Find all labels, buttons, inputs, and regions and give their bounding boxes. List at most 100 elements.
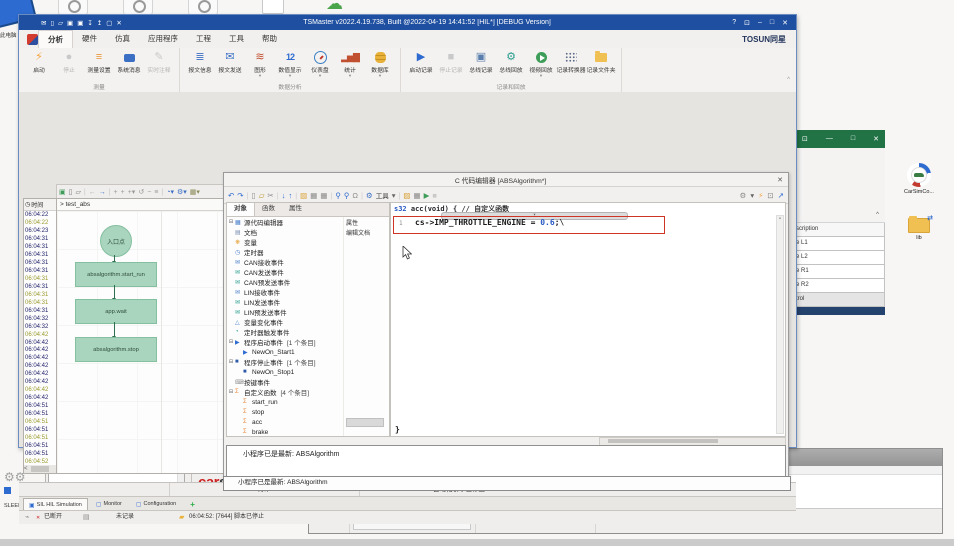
- menu-tab[interactable]: 应用程序: [139, 30, 187, 47]
- move-down-icon[interactable]: ↓: [282, 191, 286, 200]
- excel-row[interactable]: e L1: [796, 237, 885, 251]
- camera-icon[interactable]: [123, 0, 153, 15]
- chat-icon[interactable]: ✉: [41, 19, 46, 27]
- flow-node-start-run[interactable]: absalgorithm.start_run: [75, 262, 157, 287]
- excel-row[interactable]: e R1: [796, 265, 885, 279]
- help-button[interactable]: ?: [732, 19, 736, 27]
- tree-row[interactable]: Σbrake: [227, 427, 389, 436]
- add-step-icon[interactable]: +: [121, 189, 125, 196]
- timestamp-row[interactable]: 06:04:31: [24, 251, 57, 259]
- tree-row[interactable]: ▤ 文档 编辑文档: [227, 227, 389, 238]
- timestamp-row[interactable]: 06:04:51: [24, 410, 57, 418]
- ribbon-button-stop-record-icon[interactable]: ■ 停止记录: [436, 50, 466, 78]
- ribbon-button-measure-setup-icon[interactable]: ≡ 测量设置: [84, 50, 114, 74]
- ribbon-button-stop-icon[interactable]: ● 停止: [54, 50, 84, 74]
- tree-tab[interactable]: 对象: [227, 203, 255, 216]
- ribbon-button-realtime-comment-icon[interactable]: ✎ 实时注释: [144, 50, 174, 74]
- dropdown-icon[interactable]: ▾: [750, 191, 754, 200]
- timestamp-row[interactable]: 06:04:42: [24, 339, 57, 347]
- undo-icon[interactable]: ↺: [138, 188, 144, 196]
- move-up-icon[interactable]: ↑: [288, 191, 292, 200]
- flow-settings-icon[interactable]: ⚙▾: [177, 188, 187, 196]
- tree-row[interactable]: Σacc: [227, 417, 389, 427]
- close-icon[interactable]: ✕: [777, 176, 783, 184]
- run-pane-icon[interactable]: ▣: [59, 188, 66, 196]
- open-file-icon[interactable]: ▱: [58, 19, 63, 27]
- menu-tab[interactable]: 工具: [220, 30, 253, 47]
- tree-row[interactable]: ⌨ 按键事件: [227, 377, 389, 388]
- timestamp-row[interactable]: 06:04:42: [24, 362, 57, 370]
- maximize-icon[interactable]: □: [851, 135, 855, 143]
- timestamp-row[interactable]: 06:04:51: [24, 418, 57, 426]
- maximize-button[interactable]: □: [770, 19, 774, 27]
- tree-row[interactable]: ◔ 定时器触发事件: [227, 327, 389, 337]
- timestamp-row[interactable]: 06:04:42: [24, 378, 57, 386]
- tree-row[interactable]: ⊟ Σ 自定义函数 [4 个条目]: [227, 387, 389, 397]
- flow-node-stop[interactable]: absalgorithm.stop: [75, 337, 157, 362]
- cut-icon[interactable]: ✂: [267, 191, 273, 200]
- remove-icon[interactable]: −: [147, 189, 151, 196]
- redo-icon[interactable]: ↷: [237, 191, 243, 200]
- minimize-icon[interactable]: —: [826, 135, 833, 143]
- timestamp-row[interactable]: 06:04:31: [24, 283, 57, 291]
- inline-editor-box[interactable]: [346, 417, 384, 427]
- twisty-icon[interactable]: ⊟: [227, 339, 235, 345]
- excel-row[interactable]: trol: [796, 293, 885, 307]
- new-file-icon[interactable]: ▯: [50, 19, 54, 27]
- tree-row[interactable]: ✉ CAN接收事件: [227, 257, 389, 268]
- flash-icon[interactable]: ⚡: [758, 191, 763, 200]
- ribbon-button-system-message-icon[interactable]: 系统消息: [114, 50, 144, 74]
- tree-row[interactable]: ■ NewOn_Stop1: [227, 367, 389, 377]
- tree-row[interactable]: ▶ NewOn_Start1: [227, 347, 389, 357]
- tree-row[interactable]: △ 变量变化事件: [227, 317, 389, 328]
- run-icon[interactable]: ▶: [424, 191, 430, 200]
- gear-icon[interactable]: ⚙: [366, 191, 373, 200]
- timestamp-row[interactable]: 06:04:22: [24, 211, 57, 219]
- timestamp-row[interactable]: 06:04:51: [24, 434, 57, 442]
- ribbon-button-record-folder-icon[interactable]: 记录文件夹: [586, 50, 616, 78]
- ribbon-button-frame-send-icon[interactable]: ✉ 报文发送: [215, 50, 245, 78]
- timestamp-row[interactable]: 06:04:42: [24, 386, 57, 394]
- timestamp-row[interactable]: 06:04:31: [24, 267, 57, 275]
- document-icon[interactable]: [262, 0, 284, 14]
- twisty-icon[interactable]: ⊟: [227, 389, 235, 395]
- search-next-icon[interactable]: ⚲: [344, 191, 350, 200]
- external-icon[interactable]: ↗: [778, 191, 784, 200]
- ribbon-button-record-converter-icon[interactable]: 记录转换器: [556, 50, 586, 78]
- timestamp-row[interactable]: 06:04:42: [24, 394, 57, 402]
- ribbon-button-video-replay-icon[interactable]: 视频回放 ▾: [526, 50, 556, 78]
- ribbon-button-numeric-display-icon[interactable]: 12 数值显示 ▾: [275, 50, 305, 78]
- flowchart-canvas[interactable]: 入口点 absalgorithm.start_run app.wait absa…: [57, 211, 223, 473]
- dock-button[interactable]: ⊡: [744, 19, 750, 27]
- tree-row[interactable]: ✉ LIN发送事件: [227, 297, 389, 308]
- minimize-button[interactable]: –: [758, 19, 762, 27]
- ribbon-button-bus-replay-icon[interactable]: ⚙ 总线回放: [496, 50, 526, 78]
- template-icon[interactable]: ▦: [320, 191, 327, 200]
- menu-tab[interactable]: 硬件: [73, 30, 106, 47]
- build-icon[interactable]: ▦: [414, 191, 421, 200]
- camera-icon[interactable]: [188, 0, 218, 15]
- excel-row[interactable]: e L2: [796, 251, 885, 265]
- tree-row[interactable]: ✉ LIN预发送事件: [227, 307, 389, 318]
- tree-row[interactable]: ⊟ ■ 程序停止事件 [1 个条目]: [227, 357, 389, 367]
- time-scrollbar[interactable]: <: [24, 465, 57, 473]
- tree-row[interactable]: Σstart_run: [227, 397, 389, 407]
- add-tab-icon[interactable]: +: [184, 497, 201, 511]
- menu-tab[interactable]: 分析: [38, 30, 73, 48]
- twisty-icon[interactable]: ⊟: [227, 359, 235, 365]
- add-more-icon[interactable]: +▾: [128, 188, 136, 196]
- tools-dropdown-icon[interactable]: ▾: [392, 191, 396, 200]
- stop-run-icon[interactable]: ■: [432, 191, 437, 200]
- desktop-icon-carsim[interactable]: CarSimCo...: [898, 163, 940, 195]
- timestamp-row[interactable]: 06:04:31: [24, 291, 57, 299]
- ribbon-button-start-icon[interactable]: ⚡ 启动: [24, 50, 54, 74]
- timestamp-row[interactable]: 06:04:32: [24, 315, 57, 323]
- snippet-icon[interactable]: ▦: [310, 191, 317, 200]
- menu-tab[interactable]: 帮助: [253, 30, 286, 47]
- ribbon-button-gauge-icon[interactable]: 仪表盘 ▾: [305, 50, 335, 78]
- tree-tab[interactable]: 函数: [255, 203, 282, 216]
- close-icon[interactable]: ✕: [873, 135, 879, 143]
- collapse-ribbon-icon[interactable]: ^: [787, 77, 790, 83]
- menu-tab[interactable]: 工程: [187, 30, 220, 47]
- tree-row[interactable]: ⊟ ▦ 源代码编辑器 属性: [227, 217, 389, 227]
